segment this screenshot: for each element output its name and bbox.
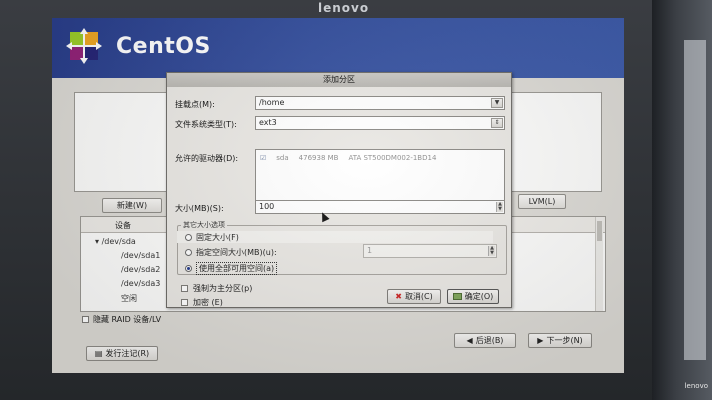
tree-row-sda3[interactable]: /dev/sda3: [121, 279, 160, 288]
cancel-x-icon: ✖: [395, 292, 402, 301]
max-size-value: 1: [367, 246, 373, 255]
checkbox-box[interactable]: [82, 316, 89, 323]
radio-max-size[interactable]: 指定空间大小(MB)(u):: [185, 247, 277, 258]
force-primary-label: 强制为主分区(p): [193, 284, 253, 293]
ok-button[interactable]: 确定(O): [447, 289, 499, 304]
back-button[interactable]: ◀ 后退(B): [454, 333, 516, 348]
tree-row-sda2[interactable]: /dev/sda2: [121, 265, 160, 274]
arrow-left-icon: ◀: [466, 336, 473, 345]
drive-name: sda: [276, 154, 289, 162]
ok-hand-icon: [452, 293, 462, 300]
spin-arrows-icon[interactable]: ▲ ▼: [496, 202, 503, 212]
fs-type-value: ext3: [259, 118, 277, 127]
drive-model: ATA ST500DM002-1BD14: [348, 154, 437, 162]
radio-icon[interactable]: [185, 233, 192, 241]
checkbox-box[interactable]: [181, 285, 188, 292]
max-size-spinbox[interactable]: 1 ▲ ▼: [363, 244, 497, 258]
allowed-drives-label: 允许的驱动器(D):: [175, 154, 239, 163]
size-options-label: 其它大小选项: [181, 220, 227, 230]
hide-raid-checkbox[interactable]: 隐藏 RAID 设备/LV: [82, 314, 161, 325]
add-partition-dialog: 添加分区 挂载点(M): /home ▼ 文件系统类型(T): ext3 ⇕ 允…: [166, 72, 512, 308]
checkbox-checked-icon[interactable]: ☑: [260, 154, 266, 162]
encrypt-label: 加密 (E): [193, 298, 223, 307]
radio-selected-icon[interactable]: [185, 265, 192, 272]
installer-header: CentOS: [52, 18, 624, 78]
cancel-button[interactable]: ✖ 取消(C): [387, 289, 441, 304]
scroll-thumb[interactable]: [597, 221, 602, 241]
fs-type-label: 文件系统类型(T):: [175, 120, 237, 129]
radio-fixed-size[interactable]: 固定大小(F): [177, 231, 493, 243]
fill-all-label: 使用全部可用空间(a): [196, 262, 278, 275]
mount-point-label: 挂载点(M):: [175, 100, 215, 109]
size-label: 大小(MB)(S):: [175, 204, 224, 213]
back-button-label: 后退(B): [475, 336, 504, 345]
hide-raid-label: 隐藏 RAID 设备/LV: [93, 315, 162, 324]
next-button-label: 下一步(N): [546, 336, 583, 345]
background-right: lenovo: [652, 0, 712, 400]
tree-row-free[interactable]: 空闲: [121, 293, 137, 304]
size-spinbox[interactable]: 100 ▲ ▼: [255, 200, 505, 214]
chevron-down-icon[interactable]: ▼: [491, 98, 503, 108]
fixed-size-label: 固定大小(F): [196, 232, 239, 242]
corner-brand: lenovo: [684, 382, 708, 390]
monitor-brand: lenovo: [318, 1, 370, 15]
release-notes-button[interactable]: ▤ 发行注记(R): [86, 346, 158, 361]
cancel-button-label: 取消(C): [404, 292, 433, 301]
lvm-button-label: LVM(L): [528, 197, 556, 206]
next-button[interactable]: ▶ 下一步(N): [528, 333, 592, 348]
lvm-button[interactable]: LVM(L): [518, 194, 566, 209]
tree-row-sda[interactable]: ▾ /dev/sda: [95, 237, 136, 246]
max-size-label: 指定空间大小(MB)(u):: [196, 248, 277, 257]
release-button-label: 发行注记(R): [105, 349, 150, 358]
drive-row-sda[interactable]: ☑ sda 476938 MB ATA ST500DM002-1BD14: [260, 154, 436, 162]
dialog-title: 添加分区: [167, 73, 511, 87]
device-label: /dev/sda: [101, 237, 136, 246]
arrow-right-icon: ▶: [537, 336, 544, 345]
allowed-drives-list[interactable]: ☑ sda 476938 MB ATA ST500DM002-1BD14: [255, 149, 505, 203]
mount-point-value: /home: [259, 98, 285, 107]
radio-icon[interactable]: [185, 249, 192, 256]
tree-header-device: 设备: [115, 221, 131, 230]
background-object: [684, 40, 706, 360]
tree-row-sda1[interactable]: /dev/sda1: [121, 251, 160, 260]
drive-size: 476938 MB: [298, 154, 339, 162]
force-primary-checkbox[interactable]: 强制为主分区(p): [181, 283, 252, 294]
new-button-label: 新建(W): [116, 201, 148, 210]
radio-fill-all[interactable]: 使用全部可用空间(a): [185, 262, 278, 275]
installer-screen: CentOS 新建(W) LVM(L) 设备 ▾ /dev/sda /dev/s…: [52, 18, 624, 373]
ok-button-label: 确定(O): [464, 292, 494, 301]
chevron-updown-icon[interactable]: ⇕: [491, 118, 503, 128]
centos-logo-icon: [66, 28, 102, 64]
new-partition-button[interactable]: 新建(W): [102, 198, 162, 213]
notes-icon: ▤: [94, 349, 103, 358]
encrypt-checkbox[interactable]: 加密 (E): [181, 297, 223, 308]
size-value: 100: [259, 202, 275, 211]
spin-arrows-icon[interactable]: ▲ ▼: [488, 246, 495, 256]
fs-type-select[interactable]: ext3 ⇕: [255, 116, 505, 130]
checkbox-box[interactable]: [181, 299, 188, 306]
mount-point-combo[interactable]: /home ▼: [255, 96, 505, 110]
tree-scrollbar[interactable]: [595, 217, 603, 311]
centos-logo-text: CentOS: [116, 34, 211, 59]
